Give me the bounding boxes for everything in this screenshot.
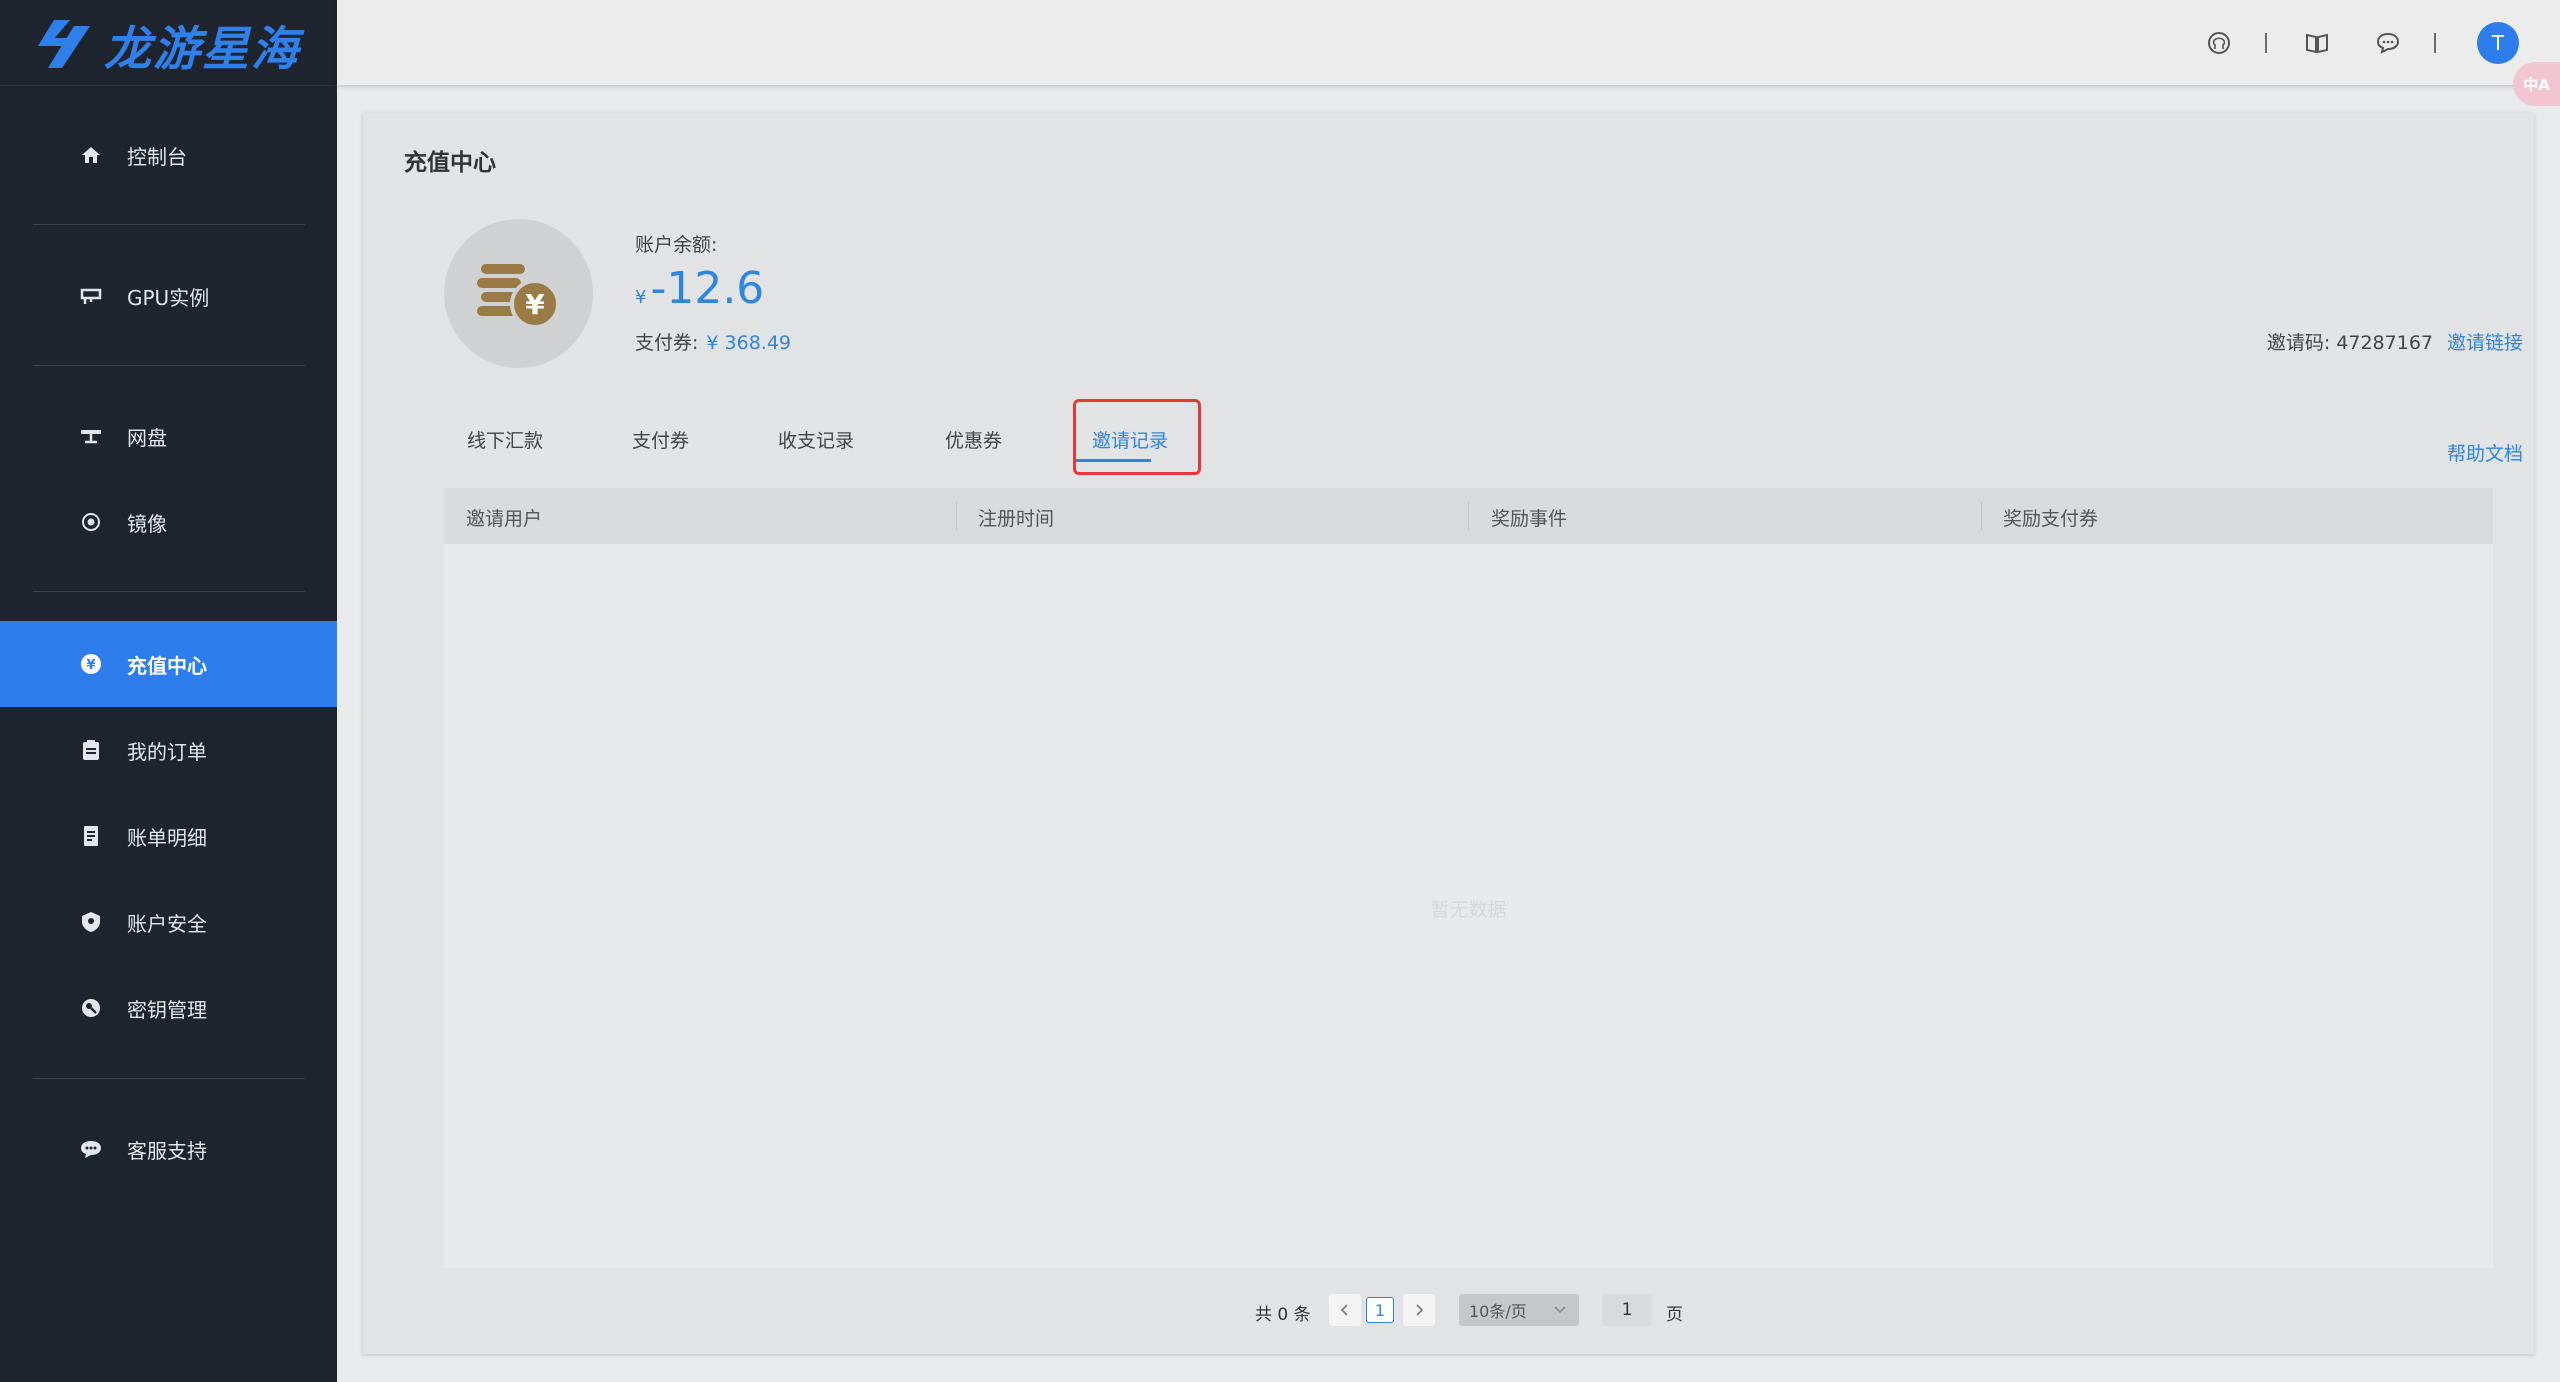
yen-circle-icon: ¥: [79, 652, 103, 676]
help-doc-link[interactable]: 帮助文档: [2447, 439, 2523, 466]
svg-text:¥: ¥: [86, 658, 95, 673]
sidebar-divider: [0, 85, 337, 86]
column-divider: [1468, 502, 1469, 530]
image-disc-icon: [79, 510, 103, 534]
page-size-select[interactable]: 10条/页: [1459, 1294, 1579, 1326]
page-title: 充值中心: [404, 150, 496, 176]
invite-link[interactable]: 邀请链接: [2447, 328, 2523, 355]
voucher-balance: 支付券: ¥ 368.49: [635, 328, 791, 355]
key-icon: [79, 996, 103, 1020]
empty-state-text: 暂无数据: [1430, 899, 1507, 921]
home-icon: [79, 143, 103, 167]
page-size-value: 10条/页: [1469, 1302, 1527, 1321]
sidebar-item-label: 客服支持: [127, 1138, 207, 1163]
svg-text:¥: ¥: [525, 288, 545, 321]
sidebar-item-keys[interactable]: 密钥管理: [0, 965, 337, 1051]
sidebar-item-label: GPU实例: [127, 285, 210, 310]
column-header: 注册时间: [978, 508, 1055, 530]
recharge-card: 充值中心 ¥ 账户余额: ¥-12.6 支付券: ¥ 368.49 邀请码: 47…: [363, 113, 2534, 1354]
sidebar: 龙游星海 控制台 GPU实例 网盘 镜像 ¥ 充值中心 我的订单 账单明细 账户…: [0, 0, 337, 1382]
table-header: 邀请用户 注册时间 奖励事件 奖励支付券: [444, 488, 2493, 544]
sidebar-item-label: 我的订单: [127, 739, 207, 764]
brand-name: 龙游星海: [104, 21, 300, 77]
goto-page-input[interactable]: 1: [1602, 1294, 1652, 1326]
user-avatar[interactable]: T: [2477, 22, 2519, 64]
column-header: 邀请用户: [466, 508, 543, 530]
voucher-value: ¥ 368.49: [706, 332, 792, 354]
nav-divider: [33, 591, 305, 592]
sidebar-item-orders[interactable]: 我的订单: [0, 707, 337, 793]
chevron-left-icon: [1340, 1304, 1348, 1316]
sidebar-item-label: 控制台: [127, 144, 187, 169]
shield-icon: [79, 910, 103, 934]
next-page-button[interactable]: [1403, 1294, 1435, 1326]
sidebar-item-support[interactable]: 客服支持: [0, 1106, 337, 1192]
sidebar-item-image[interactable]: 镜像: [0, 479, 337, 565]
message-icon[interactable]: [2375, 30, 2401, 56]
sidebar-item-label: 账单明细: [127, 825, 207, 850]
currency-symbol: ¥: [635, 287, 647, 308]
brand-logo[interactable]: 龙游星海: [34, 14, 314, 77]
balance-value: ¥-12.6: [635, 263, 764, 314]
goto-page-unit: 页: [1666, 1305, 1683, 1325]
tab-coupons[interactable]: 优惠券: [945, 426, 1002, 453]
sidebar-item-label: 密钥管理: [127, 997, 207, 1022]
nav-divider: [33, 1078, 305, 1079]
invite-records-table: 邀请用户 注册时间 奖励事件 奖励支付券 暂无数据: [444, 488, 2493, 1268]
sidebar-item-label: 网盘: [127, 425, 167, 450]
tab-transactions[interactable]: 收支记录: [778, 426, 854, 453]
column-header: 奖励事件: [1491, 508, 1568, 530]
sidebar-item-recharge[interactable]: ¥ 充值中心: [0, 621, 337, 707]
sidebar-item-bill[interactable]: 账单明细: [0, 793, 337, 879]
logo-mark-icon: [38, 20, 90, 68]
prev-page-button[interactable]: [1329, 1294, 1361, 1326]
bill-icon: [79, 824, 103, 848]
voucher-label: 支付券:: [635, 332, 699, 354]
gpu-icon: [79, 284, 103, 308]
chevron-right-icon: [1416, 1304, 1424, 1316]
translate-widget[interactable]: 中A: [2513, 62, 2560, 106]
page-number-current[interactable]: 1: [1366, 1297, 1394, 1323]
book-icon[interactable]: [2304, 30, 2330, 56]
network-disk-icon: [79, 424, 103, 448]
tab-voucher[interactable]: 支付券: [632, 426, 689, 453]
column-header: 奖励支付券: [2003, 508, 2099, 530]
sidebar-item-label: 充值中心: [127, 653, 207, 678]
balance-amount: -12.6: [650, 263, 765, 314]
chat-icon: [79, 1137, 103, 1161]
invite-code: 邀请码: 47287167: [2266, 332, 2433, 354]
tab-offline-transfer[interactable]: 线下汇款: [467, 426, 543, 453]
chevron-down-icon: [1554, 1306, 1566, 1314]
sidebar-item-console[interactable]: 控制台: [0, 112, 337, 198]
sidebar-item-label: 镜像: [127, 511, 167, 536]
column-divider: [956, 502, 957, 530]
sidebar-item-security[interactable]: 账户安全: [0, 879, 337, 965]
pagination-total: 共 0 条: [1255, 1305, 1311, 1325]
highlight-box: [1073, 399, 1201, 475]
github-icon[interactable]: [2206, 30, 2232, 56]
clipboard-icon: [79, 738, 103, 762]
sidebar-item-label: 账户安全: [127, 911, 207, 936]
sidebar-item-netdisk[interactable]: 网盘: [0, 393, 337, 479]
nav-divider: [33, 365, 305, 366]
topbar-divider: [2434, 33, 2436, 53]
balance-label: 账户余额:: [635, 234, 718, 256]
topbar-divider: [2265, 33, 2267, 53]
coin-stack-icon: ¥: [444, 219, 593, 368]
nav-divider: [33, 224, 305, 225]
sidebar-item-gpu[interactable]: GPU实例: [0, 253, 337, 339]
column-divider: [1981, 502, 1982, 530]
